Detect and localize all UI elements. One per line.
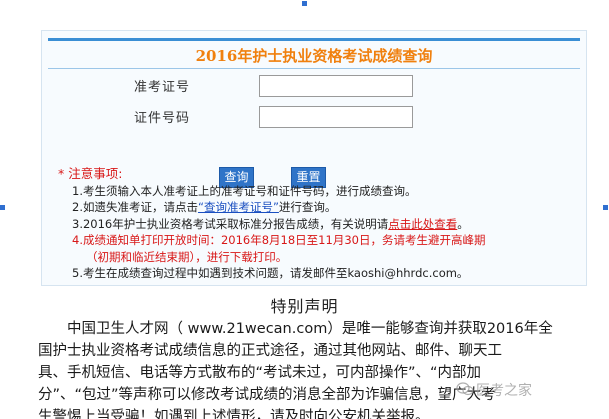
note-item-4: 4.成绩通知单打印开放时间：2016年8月18日至11月30日，务请考生避开高峰…	[72, 233, 486, 247]
statement-paragraph: 中国卫生人才网（ www.21wecan.com）是唯一能够查询并获取2016年…	[38, 318, 584, 419]
panel-title: 2016年护士执业资格考试成绩查询	[195, 47, 433, 65]
notes-title: * 注意事项:	[58, 166, 123, 181]
view-details-link[interactable]: 点击此处查看	[388, 217, 457, 231]
selection-handle[interactable]	[0, 205, 5, 210]
notes-star: *	[58, 166, 65, 181]
statement-heading: 特别声明	[270, 297, 339, 316]
ticket-number-label: 准考证号	[134, 80, 191, 95]
watermark: 医考之家	[456, 380, 532, 400]
wechat-icon	[456, 382, 474, 400]
selection-handle[interactable]	[603, 205, 608, 210]
selection-handle[interactable]	[302, 1, 307, 6]
note-item-3: 3.2016年护士执业资格考试采取标准分报告成绩，有关说明请点击此处查看。	[72, 216, 469, 231]
statement-line: 中国卫生人才网（ www.21wecan.com）是唯一能够查询并获取2016年…	[38, 321, 553, 337]
notes-section: * 注意事项: 1.考生须输入本人准考证上的准考证号和证件号码，进行成绩查询。 …	[58, 166, 485, 282]
id-number-label: 证件号码	[134, 111, 191, 126]
id-number-input[interactable]	[259, 106, 413, 128]
statement-line: 生警惕上当受骗！如遇到上述情形，请及时向公安机关举报。	[38, 409, 430, 419]
ticket-number-input[interactable]	[259, 75, 413, 97]
panel-top-bar	[48, 38, 580, 41]
note-item-4-cont: （初期和临近结束期），进行下载打印。	[86, 249, 288, 264]
title-divider	[48, 68, 580, 69]
note-item-2: 2.如遗失准考证，请点击“查询准考证号”进行查询。	[72, 200, 337, 214]
note-item-1: 1.考生须输入本人准考证上的准考证号和证件号码，进行成绩查询。	[72, 183, 417, 198]
statement-line: 国护士执业资格考试成绩信息的正式途径，通过其他网站、邮件、聊天工	[38, 343, 502, 359]
note-item-5: 5.考生在成绩查询过程中如遇到技术问题，请发邮件至kaoshi@hhrdc.co…	[72, 266, 469, 280]
query-ticket-link[interactable]: “查询准考证号”	[198, 200, 279, 214]
